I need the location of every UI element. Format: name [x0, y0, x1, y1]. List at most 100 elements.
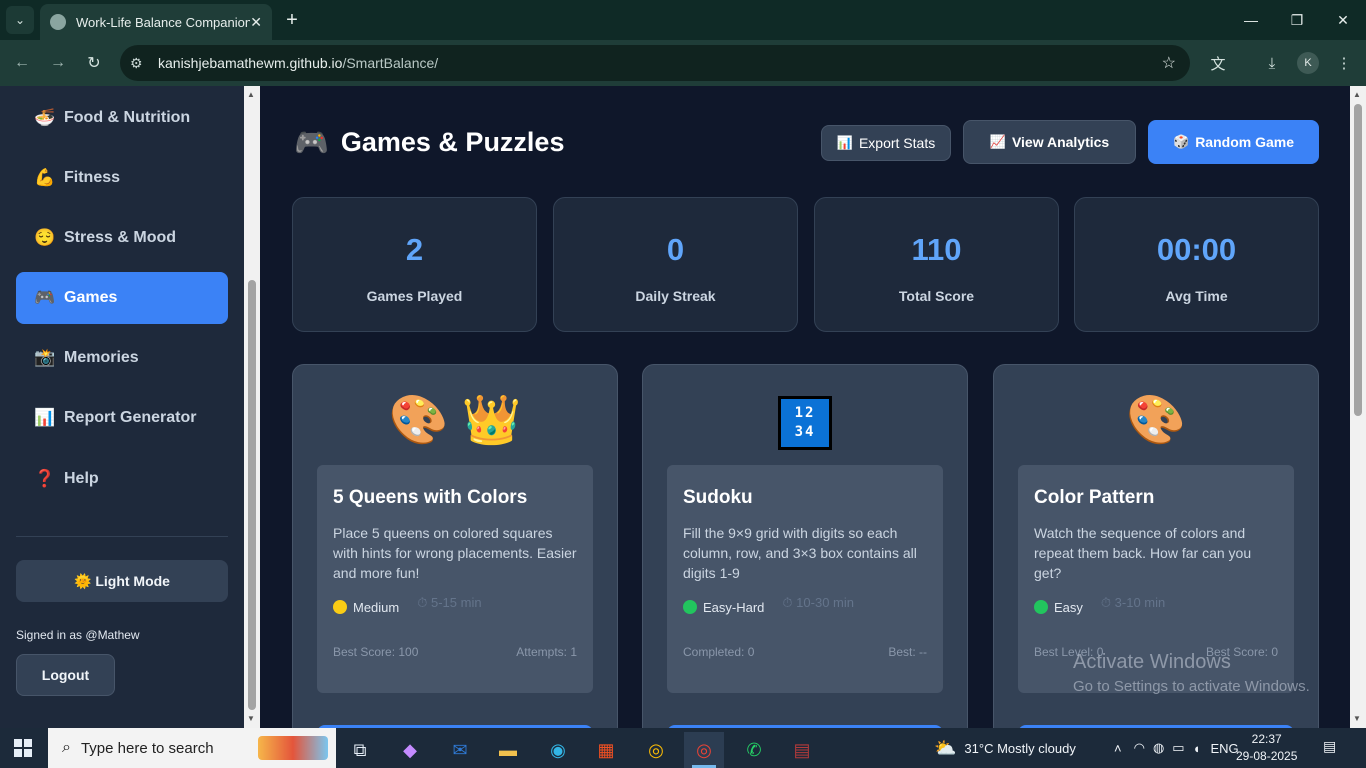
sidebar-item-games[interactable]: 🎮 Games [16, 272, 228, 324]
taskbar: ⌕ Type here to search ⧉ ◆ ✉ ▬ ◉ ▦ ◎ ◎ ✆ … [0, 728, 1366, 768]
outlook-icon[interactable]: ✉ [440, 732, 480, 768]
palette-crown-icon: 🎨 👑 [388, 394, 522, 447]
copilot-icon[interactable]: ◆ [390, 732, 430, 768]
game-meta: Easy ⏱ 3-10 min [1034, 595, 1165, 615]
scrollbar-thumb[interactable] [1354, 104, 1362, 416]
scrollbar-thumb[interactable] [248, 280, 256, 710]
sidebar-item-label: Memories [64, 349, 139, 366]
scroll-up-icon[interactable]: ▲ [1353, 90, 1361, 99]
game-card-queens[interactable]: 🎨 👑 5 Queens with Colors Place 5 queens … [292, 364, 618, 728]
clock-time: 22:37 [1251, 732, 1282, 746]
notification-icon[interactable]: ▤ [1323, 738, 1345, 758]
bookmark-star-icon[interactable]: ☆ [1162, 53, 1176, 73]
download-icon[interactable]: ⤓ [1260, 51, 1284, 75]
sudoku-icon-wrap: 12 34 [643, 393, 967, 450]
game-card-sudoku[interactable]: 12 34 Sudoku Fill the 9×9 grid with digit… [642, 364, 968, 728]
time-estimate: ⏱ 5-15 min [417, 595, 482, 610]
sidebar-item-food[interactable]: 🍜 Food & Nutrition [16, 92, 228, 144]
more-menu-icon[interactable]: ⋮ [1332, 51, 1356, 75]
chevron-up-icon[interactable]: ˄ [1114, 741, 1122, 756]
chrome-icon[interactable]: ◎ [636, 732, 676, 768]
sidebar-item-report[interactable]: 📊 Report Generator [16, 392, 228, 444]
game-footer: Completed: 0 Best: -- [683, 645, 927, 659]
whatsapp-icon[interactable]: ✆ [734, 732, 774, 768]
light-mode-button[interactable]: 🌞 Light Mode [16, 560, 228, 602]
game-card-body: 5 Queens with Colors Place 5 queens on c… [317, 465, 593, 693]
gamepad-icon: 🎮 [294, 127, 329, 158]
main-scrollbar[interactable]: ▲ ▼ [1350, 86, 1366, 728]
forward-button[interactable]: → [46, 51, 70, 75]
search-highlight-image [258, 736, 328, 760]
stat-label: Avg Time [1165, 288, 1228, 304]
system-tray[interactable]: ˄ ◠ ◍ ▭ ◖ ENG [1114, 728, 1239, 768]
translate-icon[interactable]: 文 [1206, 51, 1230, 75]
game-meta: Easy-Hard ⏱ 10-30 min [683, 595, 854, 615]
random-game-button[interactable]: 🎲 Random Game [1148, 120, 1319, 164]
network-icon[interactable]: ◠ [1134, 740, 1145, 756]
winrar-icon[interactable]: ▤ [782, 732, 822, 768]
language-indicator[interactable]: ENG [1210, 741, 1238, 756]
game-card-body: Sudoku Fill the 9×9 grid with digits so … [667, 465, 943, 693]
speaker-icon[interactable]: ◖ [1193, 741, 1201, 756]
chrome-profile-icon[interactable]: ◎ [684, 732, 724, 768]
stat-label: Games Played [366, 288, 463, 304]
minimize-button[interactable]: — [1228, 0, 1274, 40]
stat-card-games-played: 2 Games Played [292, 197, 537, 332]
task-view-icon[interactable]: ⧉ [340, 732, 380, 768]
difficulty-dot-icon [683, 600, 697, 614]
game-meta: Medium ⏱ 5-15 min [333, 595, 482, 615]
sidebar-scrollbar[interactable]: ▲ ▼ [244, 86, 260, 728]
game-footer: Best Score: 100 Attempts: 1 [333, 645, 577, 659]
watermark-subtitle: Go to Settings to activate Windows. [1073, 678, 1310, 695]
view-analytics-button[interactable]: 📈 View Analytics [963, 120, 1136, 164]
camera-icon: 📸 [34, 348, 56, 367]
bar-chart-icon: 📊 [34, 408, 56, 427]
url-text: kanishjebamathewm.github.io/SmartBalance… [158, 55, 439, 71]
best-score: Best Score: 100 [333, 645, 419, 659]
back-button[interactable]: ← [10, 51, 34, 75]
camera-tray-icon[interactable]: ◍ [1153, 740, 1164, 756]
browser-tab[interactable]: Work-Life Balance Companion ✕ [40, 4, 272, 40]
taskbar-search[interactable]: ⌕ Type here to search [48, 728, 336, 768]
restore-button[interactable]: ❐ [1274, 0, 1320, 40]
game-description: Place 5 queens on colored squares with h… [333, 525, 577, 581]
close-window-button[interactable]: ✕ [1320, 0, 1366, 40]
sidebar-item-help[interactable]: ❓ Help [16, 453, 228, 505]
difficulty-dot-icon [1034, 600, 1048, 614]
sidebar: 🍜 Food & Nutrition 💪 Fitness 😌 Stress & … [0, 86, 244, 728]
sidebar-item-stress[interactable]: 😌 Stress & Mood [16, 212, 228, 264]
page-title: 🎮 Games & Puzzles [294, 126, 564, 159]
scroll-up-icon[interactable]: ▲ [247, 90, 255, 99]
tab-search-button[interactable]: ⌄ [6, 6, 34, 34]
profile-avatar[interactable]: K [1297, 52, 1319, 74]
scroll-down-icon[interactable]: ▼ [1353, 714, 1361, 723]
random-game-label: Random Game [1195, 134, 1294, 150]
store-icon[interactable]: ▦ [586, 732, 626, 768]
best-time: Best: -- [888, 645, 927, 659]
clock-date: 29-08-2025 [1236, 749, 1298, 763]
sidebar-item-fitness[interactable]: 💪 Fitness [16, 152, 228, 204]
reload-button[interactable]: ↻ [82, 51, 106, 75]
address-bar[interactable]: ⚙ kanishjebamathewm.github.io/SmartBalan… [120, 45, 1190, 81]
new-tab-button[interactable]: + [282, 8, 302, 32]
windows-start-icon[interactable] [14, 739, 32, 757]
stat-card-avg-time: 00:00 Avg Time [1074, 197, 1319, 332]
relieved-face-icon: 😌 [34, 228, 56, 247]
search-icon: ⌕ [62, 739, 71, 756]
sidebar-item-label: Stress & Mood [64, 229, 177, 246]
scroll-down-icon[interactable]: ▼ [247, 714, 255, 723]
clock[interactable]: 22:37 29-08-2025 [1236, 731, 1297, 765]
logout-button[interactable]: Logout [16, 654, 115, 696]
export-stats-button[interactable]: 📊 Export Stats [821, 125, 951, 161]
chart-icon: 📊 [836, 135, 853, 150]
edge-icon[interactable]: ◉ [538, 732, 578, 768]
sidebar-item-memories[interactable]: 📸 Memories [16, 332, 228, 384]
battery-icon[interactable]: ▭ [1172, 740, 1184, 756]
sidebar-item-label: Games [64, 289, 118, 306]
close-tab-icon[interactable]: ✕ [250, 14, 262, 31]
stat-card-total-score: 110 Total Score [814, 197, 1059, 332]
site-info-icon[interactable]: ⚙ [130, 55, 152, 72]
dice-icon: 🎲 [1173, 134, 1190, 149]
weather-widget[interactable]: ⛅ 31°C Mostly cloudy [934, 728, 1076, 768]
file-explorer-icon[interactable]: ▬ [488, 732, 528, 768]
